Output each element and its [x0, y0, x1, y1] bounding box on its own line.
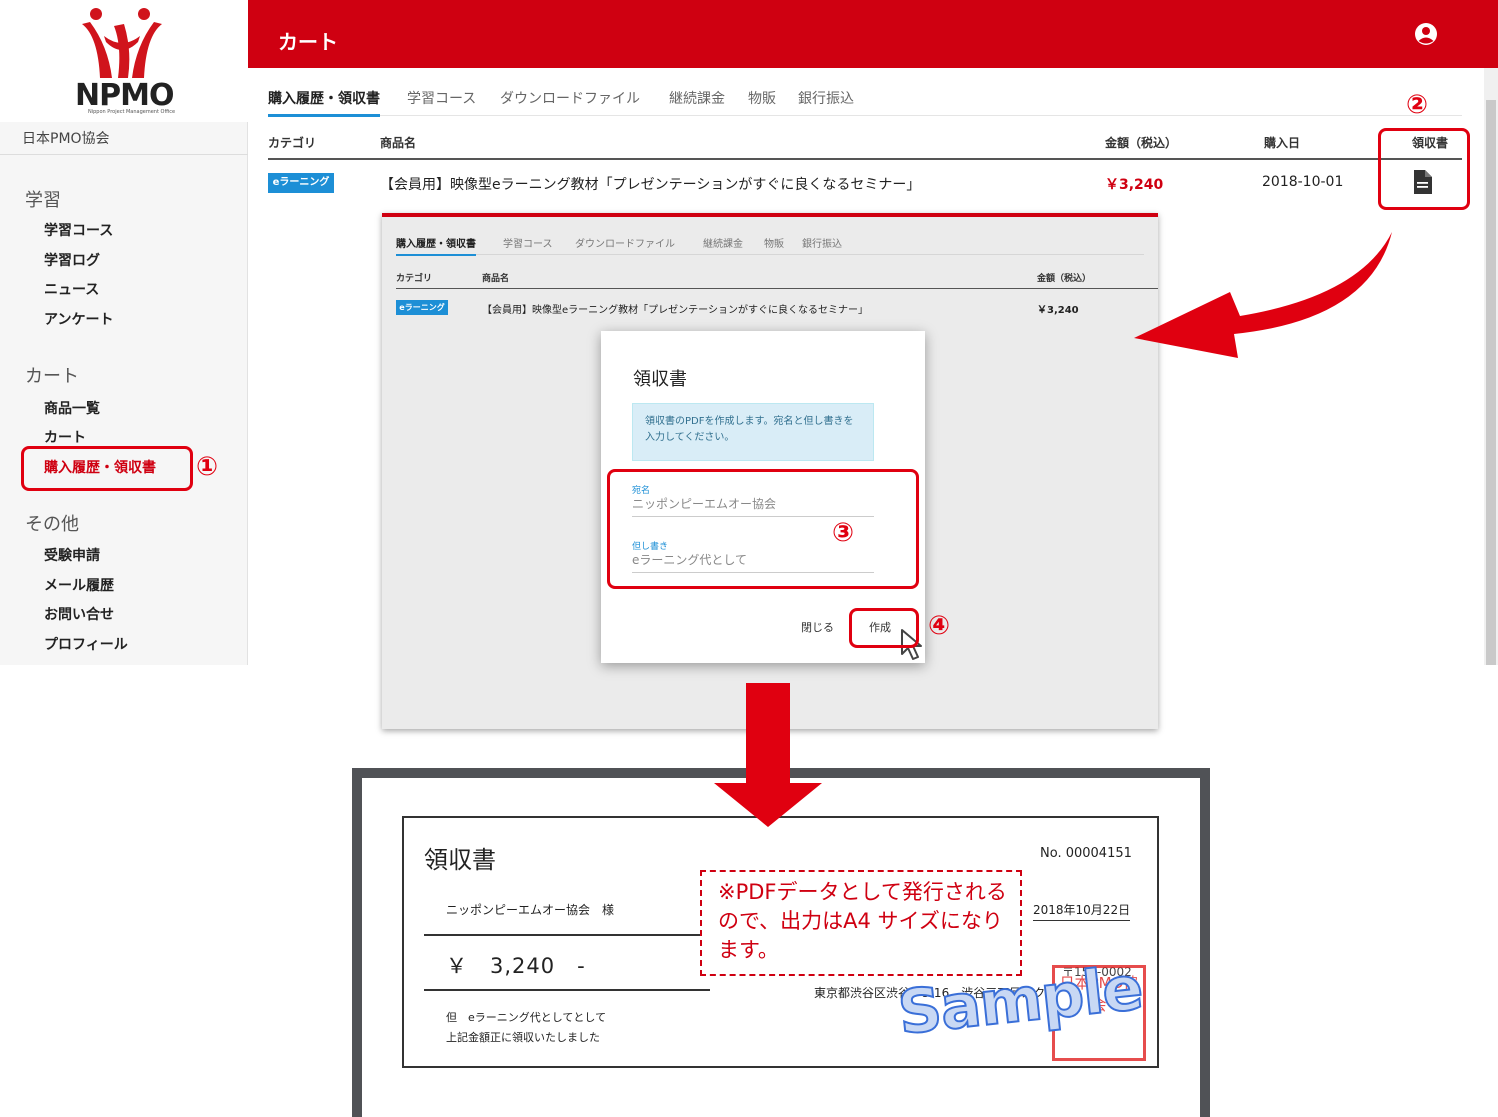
sidebar-heading-other: その他: [25, 514, 79, 535]
inner-column-price: 金額（税込）: [1037, 274, 1092, 284]
category-badge: eラーニング: [268, 173, 334, 193]
inner-tab-downloads: ダウンロードファイル: [575, 239, 675, 250]
sidebar-item-exam[interactable]: 受験申請: [44, 545, 100, 565]
receipt-divider: [424, 934, 710, 936]
highlight-create-button: [849, 608, 919, 648]
inner-column-category: カテゴリ: [396, 274, 433, 284]
logo-text: NPMO: [75, 78, 174, 113]
sidebar-heading-cart: カート: [25, 366, 79, 387]
highlight-form-fields: [607, 469, 919, 589]
sidebar-item-profile[interactable]: プロフィール: [44, 634, 128, 654]
sidebar-item-contact[interactable]: お問い合せ: [44, 604, 114, 624]
sidebar-item-log[interactable]: 学習ログ: [44, 250, 100, 270]
column-header-price: 金額（税込）: [1105, 136, 1178, 150]
step-1-label: ①: [196, 452, 219, 482]
inner-tab-bank-transfer: 銀行振込: [802, 239, 842, 250]
logo-subtext: Nippon Project Management Office: [88, 109, 176, 115]
tab-downloads[interactable]: ダウンロードファイル: [500, 88, 640, 108]
org-name: 日本PMO協会: [22, 131, 110, 147]
column-header-product: 商品名: [380, 136, 417, 150]
step-3-label: ③: [832, 518, 855, 548]
highlight-purchase-history: [21, 446, 193, 491]
inner-tab-bar: 購入履歴・領収書 学習コース ダウンロードファイル 継続課金 物販 銀行振込: [396, 235, 1144, 256]
sidebar-item-cart[interactable]: カート: [44, 427, 86, 447]
column-header-date: 購入日: [1264, 136, 1301, 150]
logo[interactable]: NPMO Nippon Project Management Office: [0, 0, 248, 122]
tab-subscriptions[interactable]: 継続課金: [669, 88, 725, 108]
sidebar-item-mail-history[interactable]: メール履歴: [44, 575, 114, 595]
inner-tab-subscriptions: 継続課金: [703, 239, 743, 250]
tab-courses[interactable]: 学習コース: [407, 88, 476, 108]
sidebar: NPMO Nippon Project Management Office 日本…: [0, 0, 248, 665]
modal-title: 領収書: [633, 369, 687, 390]
receipt-number: No. 00004151: [1040, 846, 1132, 861]
product-name: 【会員用】映像型eラーニング教材「プレゼンテーションがすぐに良くなるセミナー」: [380, 177, 921, 193]
inner-column-product: 商品名: [482, 274, 510, 284]
column-header-category: カテゴリ: [268, 136, 317, 150]
divider: [0, 154, 248, 155]
sidebar-item-news[interactable]: ニュース: [44, 279, 99, 299]
top-bar: カート: [248, 0, 1498, 68]
inner-table-divider: [396, 288, 1158, 289]
page-root: NPMO Nippon Project Management Office 日本…: [0, 0, 1498, 1117]
inner-product-price: ￥3,240: [1037, 305, 1079, 316]
sidebar-item-survey[interactable]: アンケート: [44, 309, 113, 329]
table-header-divider: [268, 158, 1462, 160]
close-button[interactable]: 閉じる: [801, 619, 834, 635]
inner-tab-courses: 学習コース: [503, 239, 553, 250]
inner-tab-purchase-history: 購入履歴・領収書: [396, 235, 476, 256]
step-4-label: ④: [928, 611, 951, 641]
receipt-amount: ￥ 3,240 -: [446, 954, 586, 978]
account-circle-icon[interactable]: [1414, 22, 1438, 46]
page-title: カート: [278, 30, 338, 54]
sidebar-item-courses[interactable]: 学習コース: [44, 220, 113, 240]
highlight-receipt-column: [1378, 128, 1470, 210]
receipt-title: 領収書: [424, 846, 496, 874]
npmo-logo-icon: [82, 8, 162, 78]
pdf-note: ※PDFデータとして発行されるので、出力はA4 サイズになります。: [700, 870, 1022, 976]
curved-arrow-icon: [1134, 232, 1392, 358]
modal-info-alert: 領収書のPDFを作成します。宛名と但し書きを入力してください。: [632, 403, 874, 461]
receipt-acknowledgement: 上記金額正に領収いたしました: [446, 1031, 600, 1044]
sidebar-item-products[interactable]: 商品一覧: [44, 398, 100, 418]
tab-merchandise[interactable]: 物販: [748, 88, 776, 108]
tab-purchase-history[interactable]: 購入履歴・領収書: [268, 88, 380, 117]
scrollbar-thumb[interactable]: [1486, 100, 1496, 665]
receipt-proviso: 但 eラーニング代としてとして: [446, 1011, 607, 1024]
tab-bar: 購入履歴・領収書 学習コース ダウンロードファイル 継続課金 物販 銀行振込: [268, 88, 1462, 117]
step-2-label: ②: [1406, 90, 1429, 120]
receipt-addressee: ニッポンピーエムオー協会 様: [446, 903, 615, 917]
tab-bank-transfer[interactable]: 銀行振込: [798, 88, 854, 108]
inner-product-name: 【会員用】映像型eラーニング教材「プレゼンテーションがすぐに良くなるセミナー」: [482, 305, 868, 316]
product-price: ￥3,240: [1105, 177, 1164, 193]
down-arrow-icon: [714, 683, 822, 827]
purchase-date: 2018-10-01: [1262, 174, 1344, 190]
sidebar-heading-learning: 学習: [25, 190, 61, 211]
receipt-date: 2018年10月22日: [1033, 901, 1131, 921]
inner-category-badge: eラーニング: [396, 300, 448, 315]
receipt-divider: [424, 989, 710, 991]
inner-tab-merchandise: 物販: [764, 239, 784, 250]
